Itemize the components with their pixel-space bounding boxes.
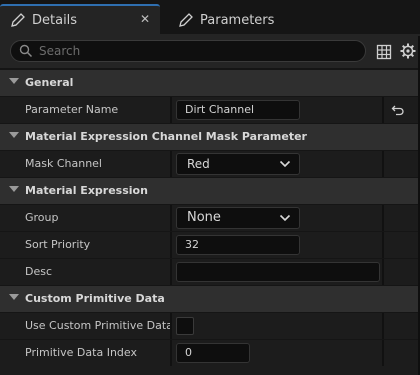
category-title: Material Expression [25,184,148,197]
mask-channel-dropdown[interactable]: Red [176,153,300,175]
dropdown-value: Red [187,157,210,171]
chevron-down-icon [279,160,291,168]
property-row-sort-priority: Sort Priority 32 [0,232,420,258]
category-general[interactable]: General [0,70,420,96]
panel-bottom [0,366,420,375]
property-row-primitive-data-index: Primitive Data Index 0 [0,340,420,366]
category-material-expression[interactable]: Material Expression [0,178,420,204]
search-input[interactable]: Search [10,40,366,62]
gear-icon[interactable] [400,43,416,59]
use-custom-primitive-data-checkbox[interactable] [176,317,194,335]
chevron-down-icon [279,214,291,222]
sort-priority-field[interactable]: 32 [176,235,300,255]
grid-view-icon[interactable] [376,44,392,60]
search-placeholder: Search [39,44,81,58]
property-row-use-custom-primitive-data: Use Custom Primitive Data [0,313,420,339]
tab-details[interactable]: Details ✕ [0,4,160,34]
property-label: Group [25,211,59,224]
property-row-desc: Desc [0,259,420,285]
tab-bar: Details ✕ Parameters [0,0,420,36]
property-label: Use Custom Primitive Data [25,319,173,332]
expand-arrow-icon[interactable] [9,186,19,192]
expand-arrow-icon[interactable] [9,294,19,300]
search-icon [19,44,33,58]
property-row-mask-channel: Mask Channel Red [0,151,420,177]
details-toolbar: Search [0,34,420,68]
property-row-group: Group None [0,205,420,231]
dropdown-value: None [187,210,221,225]
category-custom-primitive-data[interactable]: Custom Primitive Data [0,286,420,312]
property-label: Mask Channel [25,157,102,170]
pencil-icon [179,13,193,27]
tab-parameters-label: Parameters [200,12,275,28]
tab-parameters[interactable]: Parameters [168,6,308,34]
property-label: Sort Priority [25,238,91,251]
expand-arrow-icon[interactable] [9,78,19,84]
property-label: Desc [25,265,53,278]
pencil-icon [11,13,25,27]
desc-field[interactable] [176,262,380,282]
primitive-data-index-field[interactable]: 0 [176,343,250,363]
property-label: Parameter Name [25,103,119,116]
expand-arrow-icon[interactable] [9,132,19,138]
category-channel-mask-parameter[interactable]: Material Expression Channel Mask Paramet… [0,124,420,150]
close-icon[interactable]: ✕ [140,12,150,26]
parameter-name-field[interactable]: Dirt Channel [176,100,300,120]
property-row-parameter-name: Parameter Name Dirt Channel [0,97,420,123]
group-dropdown[interactable]: None [176,207,300,229]
category-title: General [25,76,74,89]
tab-details-label: Details [32,12,78,28]
reset-to-default-icon[interactable] [391,103,405,117]
property-label: Primitive Data Index [25,346,137,359]
category-title: Material Expression Channel Mask Paramet… [25,130,307,143]
category-title: Custom Primitive Data [25,292,165,305]
